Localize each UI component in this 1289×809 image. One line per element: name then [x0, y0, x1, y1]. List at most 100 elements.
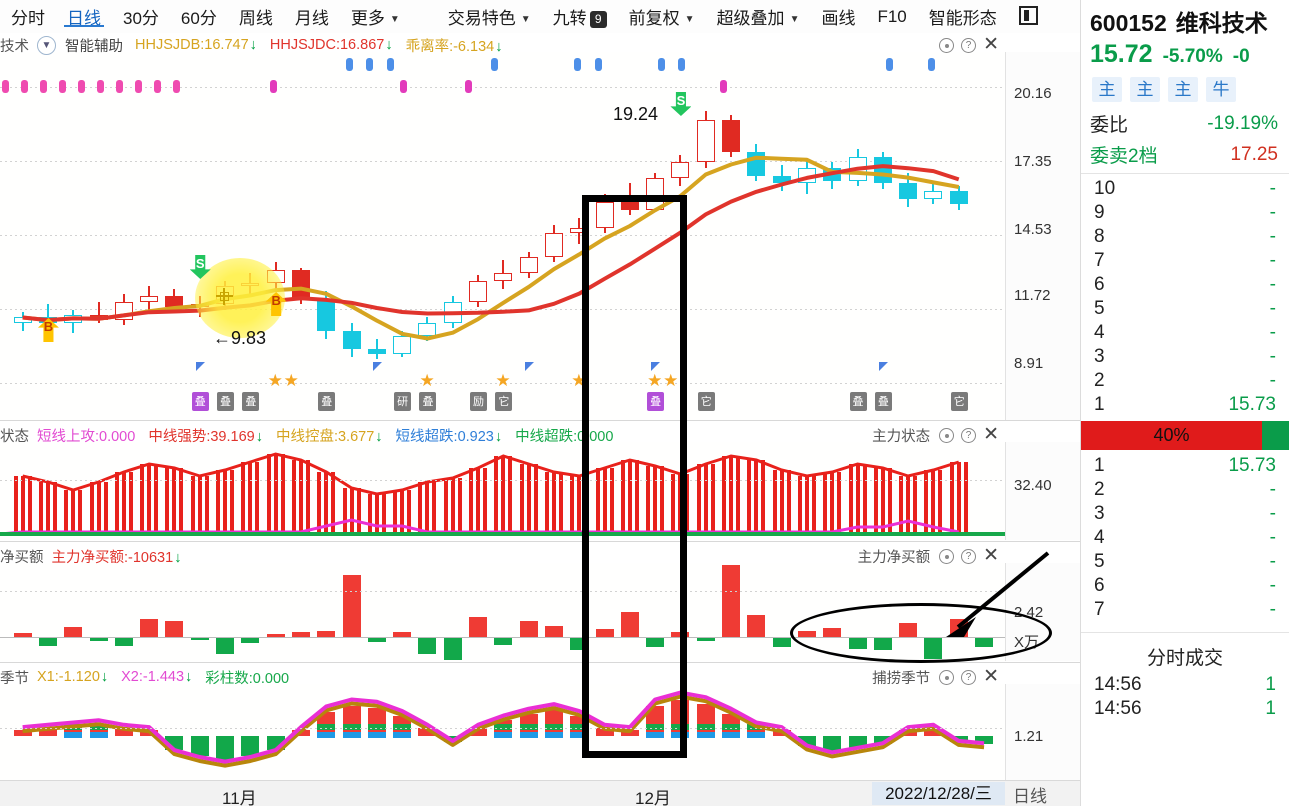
tab-fenshi[interactable]: 分时: [0, 4, 56, 29]
candle-body: [418, 322, 437, 336]
flag-marker: [524, 362, 534, 371]
target-icon[interactable]: [939, 427, 955, 443]
tab-more[interactable]: 更多 ▼: [340, 4, 411, 29]
pattern-tag[interactable]: 它: [697, 392, 715, 411]
star-marker: ★: [267, 371, 283, 390]
candle-body: [544, 233, 563, 258]
layout-panel-icon[interactable]: [1008, 6, 1049, 27]
menu-smart-pattern[interactable]: 智能形态: [918, 4, 1008, 29]
ask-row-4[interactable]: 4-: [1081, 321, 1289, 345]
close-icon[interactable]: ✕: [983, 667, 999, 686]
field-x2: X2:-1.443↓: [121, 669, 193, 685]
magenta-signal-dot: [270, 80, 277, 93]
menu-trade-features[interactable]: 交易特色 ▼: [437, 4, 542, 29]
candlestick-chart-panel[interactable]: B S B S ★ ★ ★ ★ ★ ★ ★ 叠叠叠叠研叠励它叠它叠叠它: [0, 52, 1005, 420]
month-label-nov: 11月: [222, 789, 257, 808]
bid-value-1: 15.73: [1228, 455, 1276, 476]
chip-zhu-3[interactable]: 主: [1168, 77, 1198, 102]
help-icon[interactable]: ?: [961, 548, 977, 564]
bid-row-5[interactable]: 5-: [1081, 550, 1289, 574]
tab-30min[interactable]: 30分: [112, 4, 170, 29]
help-icon[interactable]: ?: [961, 427, 977, 443]
sell2-label: 委卖2档: [1090, 146, 1158, 167]
tab-daily[interactable]: 日线: [56, 4, 112, 29]
magenta-signal-dot: [720, 80, 727, 93]
pattern-tag[interactable]: 叠: [217, 392, 235, 411]
ask-row-3[interactable]: 3-: [1081, 345, 1289, 369]
net-buy-bar: [722, 565, 741, 637]
pattern-tag[interactable]: 它: [950, 392, 968, 411]
seasonal-bar: [38, 728, 57, 736]
target-icon[interactable]: [939, 37, 955, 53]
bid-row-4[interactable]: 4-: [1081, 526, 1289, 550]
bid-row-1[interactable]: 1 15.73: [1081, 454, 1289, 478]
tab-weekly[interactable]: 周线: [228, 4, 284, 29]
selected-date-readout[interactable]: 2022/12/28/三: [872, 782, 1005, 805]
bid-value-3: -: [1269, 503, 1276, 524]
chevron-down-icon: ▼: [684, 14, 695, 25]
chip-zhu-1[interactable]: 主: [1092, 77, 1122, 102]
ask-level-7: 7: [1094, 250, 1105, 271]
main-force-status-panel[interactable]: [0, 442, 1005, 540]
panel4-right-label: 捕捞季节: [872, 670, 931, 687]
panel3-left-label: 净买额: [0, 549, 44, 566]
menu-jiuzhuan[interactable]: 九转 9: [542, 4, 618, 29]
pattern-tag[interactable]: 叠: [191, 392, 209, 411]
chip-zhu-2[interactable]: 主: [1130, 77, 1160, 102]
bid-row-3[interactable]: 3-: [1081, 502, 1289, 526]
menu-f10[interactable]: F10: [866, 7, 917, 27]
candle-body: [291, 270, 310, 300]
force-bar: [393, 490, 412, 534]
seasonal-green-band: [64, 724, 83, 730]
menu-overlay[interactable]: 超级叠加 ▼: [706, 4, 811, 29]
ask-row-7[interactable]: 7-: [1081, 249, 1289, 273]
bid-row-2[interactable]: 2-: [1081, 478, 1289, 502]
ask-value-5: -: [1269, 298, 1276, 319]
ask-row-1[interactable]: 1 15.73: [1081, 393, 1289, 417]
ask-row-8[interactable]: 8-: [1081, 225, 1289, 249]
seasonal-blue-band: [64, 732, 83, 738]
net-buy-bar: [469, 617, 488, 637]
ask-row-6[interactable]: 6-: [1081, 273, 1289, 297]
chevron-down-circle-icon[interactable]: ▼: [37, 35, 56, 55]
target-icon[interactable]: [939, 548, 955, 564]
candle-body: [317, 299, 336, 331]
ask-row-2[interactable]: 2-: [1081, 369, 1289, 393]
help-icon[interactable]: ?: [961, 669, 977, 685]
menu-fuquan[interactable]: 前复权 ▼: [618, 4, 706, 29]
bid-row-6[interactable]: 6-: [1081, 574, 1289, 598]
period-readout[interactable]: 日线: [1013, 782, 1047, 807]
menu-drawline[interactable]: 画线: [810, 4, 866, 29]
pattern-tag[interactable]: 它: [495, 392, 513, 411]
seasonal-bar: [241, 736, 260, 756]
tab-monthly[interactable]: 月线: [284, 4, 340, 29]
target-icon[interactable]: [939, 669, 955, 685]
ticks-title: 分时成交: [1146, 648, 1223, 669]
pressure-bar-sell: [1261, 421, 1289, 450]
help-icon[interactable]: ?: [961, 37, 977, 53]
close-icon[interactable]: ✕: [983, 425, 999, 444]
pattern-tag[interactable]: 叠: [242, 392, 260, 411]
pattern-tag[interactable]: 叠: [318, 392, 336, 411]
panel2-left-label: 状态: [0, 428, 29, 445]
close-icon[interactable]: ✕: [983, 546, 999, 565]
ask-row-10[interactable]: 10 -: [1081, 177, 1289, 201]
tab-60min[interactable]: 60分: [170, 4, 228, 29]
panel2-tick: 32.40: [1014, 477, 1052, 494]
force-bar: [418, 482, 437, 534]
pattern-tag[interactable]: 研: [394, 392, 412, 411]
ask-row-9[interactable]: 9-: [1081, 201, 1289, 225]
ask-row-5[interactable]: 5-: [1081, 297, 1289, 321]
chip-niu[interactable]: 牛: [1206, 77, 1236, 102]
pattern-tag[interactable]: 叠: [874, 392, 892, 411]
force-bar: [241, 462, 260, 534]
seasonal-indicator-panel[interactable]: [0, 684, 1005, 780]
pattern-tag[interactable]: 励: [470, 392, 488, 411]
field-duanxian-shanggong: 短线上攻:0.000: [37, 428, 136, 445]
close-icon[interactable]: ✕: [983, 35, 999, 54]
pattern-tag[interactable]: 叠: [849, 392, 867, 411]
blue-signal-dot: [595, 58, 603, 71]
bid-row-7[interactable]: 7-: [1081, 598, 1289, 622]
pattern-tag[interactable]: 叠: [419, 392, 437, 411]
blue-signal-dot: [574, 58, 582, 71]
